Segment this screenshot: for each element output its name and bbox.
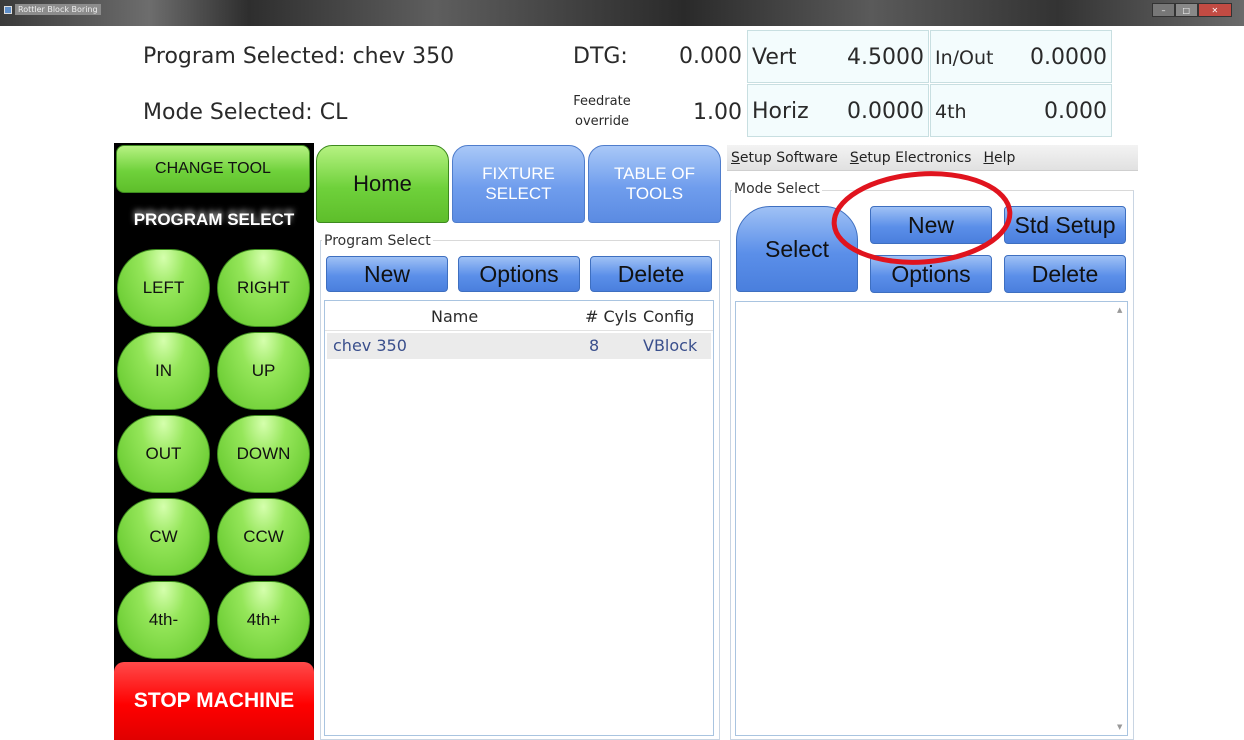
fourth-value: 0.000 [1044, 99, 1107, 124]
window-controls: – □ ✕ [1152, 3, 1232, 17]
feedrate-label-line1: Feedrate [573, 94, 631, 109]
fixture-select-line1: FIXTURE [482, 164, 555, 183]
scroll-down-icon[interactable]: ▼ [1117, 723, 1122, 731]
mode-list-scrollbar[interactable]: ▲ ▼ [1113, 302, 1127, 735]
jog-up-button[interactable]: UP [217, 332, 310, 410]
jog-ccw-button[interactable]: CCW [217, 498, 310, 576]
menu-setup-electronics[interactable]: Setup Electronics [850, 150, 972, 166]
inout-label: In/Out [935, 47, 994, 69]
program-delete-button[interactable]: Delete [590, 256, 712, 292]
table-of-tools-line2: TOOLS [625, 184, 684, 203]
stop-machine-button[interactable]: STOP MACHINE [114, 662, 314, 740]
close-icon[interactable]: ✕ [1197, 3, 1232, 17]
horiz-label: Horiz [752, 99, 809, 124]
app-icon [4, 6, 12, 14]
fixture-select-line2: SELECT [485, 184, 552, 203]
column-cyls-header[interactable]: # Cyls [585, 307, 637, 326]
program-new-button[interactable]: New [326, 256, 448, 292]
jog-down-button[interactable]: DOWN [217, 415, 310, 493]
vert-label: Vert [752, 45, 797, 70]
menu-help[interactable]: Help [983, 150, 1015, 166]
mode-selected-label: Mode Selected: CL [143, 100, 348, 125]
table-of-tools-tab[interactable]: TABLE OF TOOLS [588, 145, 721, 223]
program-list-header: Name # Cyls Config [325, 301, 713, 331]
mode-list[interactable]: ▲ ▼ [735, 301, 1128, 736]
feedrate-value[interactable]: 1.00 [660, 100, 742, 125]
fourth-label: 4th [935, 101, 967, 123]
dtg-value: 0.000 [679, 44, 742, 69]
column-config-header[interactable]: Config [643, 307, 694, 326]
menu-setup-software[interactable]: Setup Software [731, 150, 838, 166]
column-name-header[interactable]: Name [431, 307, 478, 326]
window-title-bar: Rottler Block Boring – □ ✕ [0, 0, 1244, 26]
feedrate-override-label: Feedrate override [566, 92, 638, 132]
change-tool-button[interactable]: CHANGE TOOL [116, 145, 310, 193]
fixture-select-tab[interactable]: FIXTURE SELECT [452, 145, 585, 223]
row-config: VBlock [643, 336, 698, 355]
jog-cw-button[interactable]: CW [117, 498, 210, 576]
jog-fourth-plus-button[interactable]: 4th+ [217, 581, 310, 659]
jog-fourth-minus-button[interactable]: 4th- [117, 581, 210, 659]
feedrate-label-line2: override [575, 114, 629, 129]
program-list[interactable]: Name # Cyls Config chev 350 8 VBlock [324, 300, 714, 736]
minimize-icon[interactable]: – [1152, 3, 1175, 17]
scroll-up-icon[interactable]: ▲ [1117, 306, 1122, 314]
jog-left-button[interactable]: LEFT [117, 249, 210, 327]
program-options-button[interactable]: Options [458, 256, 580, 292]
maximize-icon[interactable]: □ [1174, 3, 1198, 17]
row-cyls: 8 [589, 336, 600, 355]
jog-out-button[interactable]: OUT [117, 415, 210, 493]
inout-value: 0.0000 [1030, 45, 1107, 70]
row-name: chev 350 [333, 336, 407, 355]
dtg-label: DTG: [573, 44, 628, 69]
fourth-axis-readout: 4th 0.000 [930, 84, 1112, 137]
inout-readout: In/Out 0.0000 [930, 30, 1112, 83]
horiz-value: 0.0000 [847, 99, 924, 124]
window-title: Rottler Block Boring [15, 4, 101, 15]
home-tab[interactable]: Home [316, 145, 449, 223]
vert-readout: Vert 4.5000 [747, 30, 929, 83]
vert-value: 4.5000 [847, 45, 924, 70]
horiz-readout: Horiz 0.0000 [747, 84, 929, 137]
table-row[interactable]: chev 350 8 VBlock [327, 333, 711, 359]
program-select-group-label: Program Select [322, 233, 433, 249]
program-select-title: PROGRAM SELECT [133, 210, 295, 229]
jog-in-button[interactable]: IN [117, 332, 210, 410]
jog-right-button[interactable]: RIGHT [217, 249, 310, 327]
highlight-circle-annotation [831, 171, 1013, 265]
mode-select-group-label: Mode Select [732, 181, 822, 197]
table-of-tools-line1: TABLE OF [614, 164, 695, 183]
program-selected-label: Program Selected: chev 350 [143, 44, 455, 69]
